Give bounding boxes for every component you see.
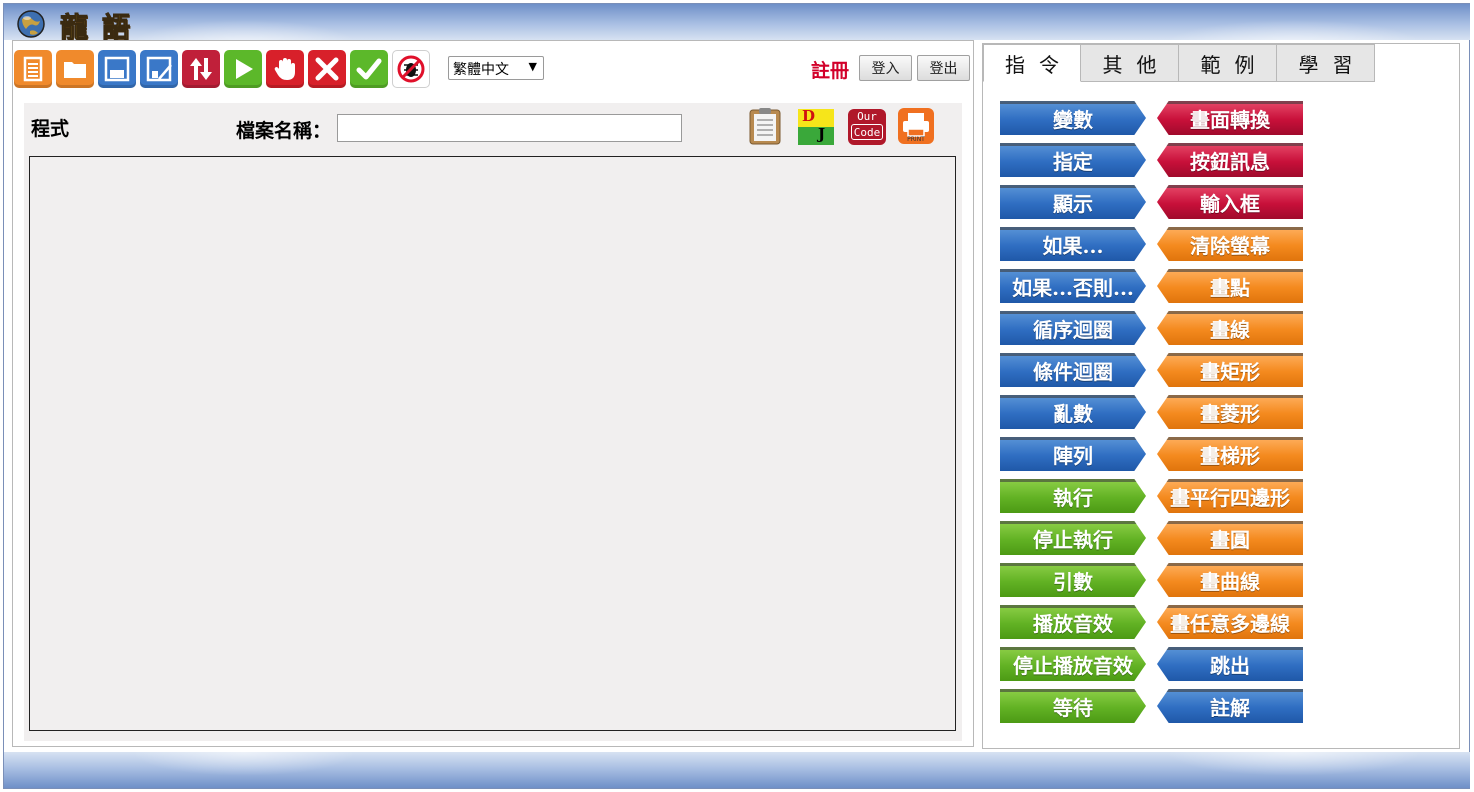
command-button[interactable]: 顯示	[1000, 185, 1146, 219]
hand-icon	[274, 58, 295, 80]
filename-input[interactable]	[337, 114, 682, 142]
tab-examples[interactable]: 範例	[1179, 44, 1277, 82]
chevron-down-icon: ▼	[528, 60, 537, 73]
globe-icon	[17, 10, 45, 38]
our-code-icon[interactable]: Our Code	[848, 109, 886, 145]
command-button[interactable]: 指定	[1000, 143, 1146, 177]
check-icon	[356, 58, 382, 80]
floppy-icon	[104, 56, 130, 82]
command-button[interactable]: 畫菱形	[1157, 395, 1303, 429]
folder-icon	[64, 62, 86, 78]
up-down-arrows-icon	[190, 58, 212, 80]
dj-icon-bottom: J	[818, 125, 826, 143]
check-button[interactable]	[350, 50, 388, 88]
footer-banner	[4, 752, 1470, 788]
register-link[interactable]: 註冊	[811, 56, 849, 83]
open-file-button[interactable]	[56, 50, 94, 88]
command-button[interactable]: 陣列	[1000, 437, 1146, 471]
command-button[interactable]: 停止播放音效	[1000, 647, 1146, 681]
language-select-value: 繁體中文	[453, 62, 509, 78]
our-code-bottom: Code	[851, 124, 883, 140]
command-button[interactable]: 清除螢幕	[1157, 227, 1303, 261]
clipboard-icon[interactable]	[746, 106, 784, 146]
command-button[interactable]: 循序迴圈	[1000, 311, 1146, 345]
main-toolbar	[14, 50, 430, 88]
command-button[interactable]: 按鈕訊息	[1157, 143, 1303, 177]
command-button[interactable]: 畫曲線	[1157, 563, 1303, 597]
command-button[interactable]: 畫面轉換	[1157, 101, 1303, 135]
command-button[interactable]: 畫梯形	[1157, 437, 1303, 471]
document-icon	[23, 56, 43, 82]
command-button[interactable]: 如果...	[1000, 227, 1146, 261]
tab-commands[interactable]: 指令	[983, 44, 1081, 82]
command-button[interactable]: 等待	[1000, 689, 1146, 723]
command-button[interactable]: 畫矩形	[1157, 353, 1303, 387]
command-button[interactable]: 播放音效	[1000, 605, 1146, 639]
command-button[interactable]: 停止執行	[1000, 521, 1146, 555]
save-as-button[interactable]	[140, 50, 178, 88]
floppy-edit-icon	[146, 56, 172, 82]
command-button[interactable]: 變數	[1000, 101, 1146, 135]
new-file-button[interactable]	[14, 50, 52, 88]
print-icon[interactable]: PRINT	[897, 107, 935, 145]
command-button[interactable]: 畫點	[1157, 269, 1303, 303]
login-button[interactable]: 登入	[859, 55, 912, 81]
command-button[interactable]: 畫線	[1157, 311, 1303, 345]
command-button[interactable]: 引數	[1000, 563, 1146, 597]
logout-button[interactable]: 登出	[917, 55, 970, 81]
run-button[interactable]	[224, 50, 262, 88]
no-bug-icon	[397, 55, 425, 83]
stop-button[interactable]	[266, 50, 304, 88]
play-icon	[236, 59, 253, 79]
close-button[interactable]	[308, 50, 346, 88]
command-button[interactable]: 註解	[1157, 689, 1303, 723]
dj-icon-top: D	[802, 107, 816, 125]
command-button[interactable]: 畫任意多邊線	[1157, 605, 1303, 639]
command-button[interactable]: 執行	[1000, 479, 1146, 513]
header-banner: 龍語	[4, 4, 1470, 45]
filename-label: 檔案名稱：	[236, 120, 332, 142]
x-icon	[315, 57, 339, 81]
swap-button[interactable]	[182, 50, 220, 88]
tab-others[interactable]: 其他	[1081, 44, 1179, 82]
print-label: PRINT	[907, 136, 925, 143]
command-button[interactable]: 跳出	[1157, 647, 1303, 681]
command-tabs: 指令 其他 範例 學習	[983, 44, 1375, 82]
save-button[interactable]	[98, 50, 136, 88]
program-label: 程式	[31, 118, 70, 140]
command-button[interactable]: 如果...否則...	[1000, 269, 1146, 303]
command-button[interactable]: 條件迴圈	[1000, 353, 1146, 387]
language-select[interactable]: 繁體中文 ▼	[448, 56, 544, 80]
dj-icon[interactable]: D J	[798, 107, 834, 145]
command-button[interactable]: 畫平行四邊形	[1157, 479, 1303, 513]
our-code-top: Our	[857, 110, 877, 123]
command-button[interactable]: 亂數	[1000, 395, 1146, 429]
code-editor[interactable]	[29, 156, 956, 731]
command-button[interactable]: 輸入框	[1157, 185, 1303, 219]
command-button[interactable]: 畫圓	[1157, 521, 1303, 555]
debug-button[interactable]	[392, 50, 430, 88]
tab-learning[interactable]: 學習	[1277, 44, 1375, 82]
